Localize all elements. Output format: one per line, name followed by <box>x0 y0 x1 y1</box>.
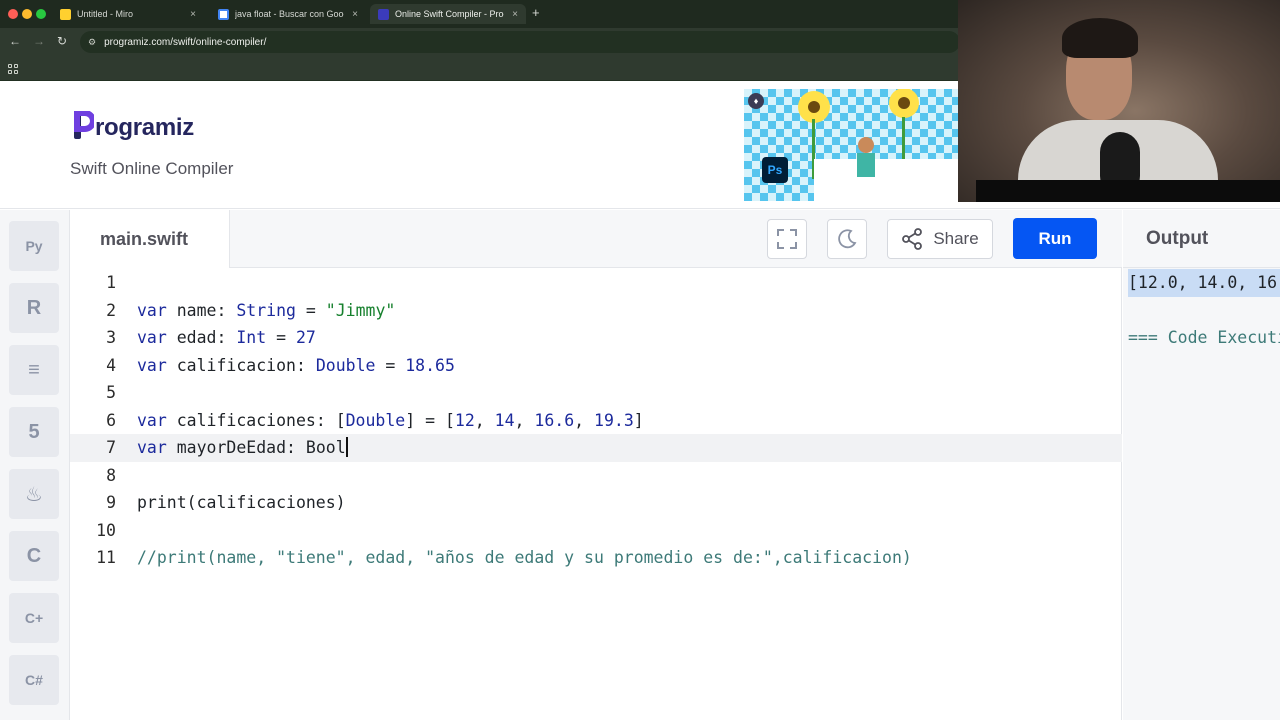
close-tab-icon[interactable]: × <box>504 9 518 20</box>
photoshop-icon: Ps <box>762 157 788 183</box>
output-line: [12.0, 14.0, 16.6, 19.3] <box>1128 269 1280 297</box>
code-line[interactable]: 8 <box>70 462 1122 490</box>
code-text: var calificaciones: [Double] = [12, 14, … <box>137 410 644 430</box>
python-icon: Py <box>25 238 43 254</box>
fullscreen-button[interactable] <box>767 219 807 259</box>
code-line[interactable]: 9 print(calificaciones) <box>70 489 1122 517</box>
new-tab-icon[interactable]: + <box>532 5 540 20</box>
sidebar-item-csharp[interactable]: C# <box>9 655 59 705</box>
browser-tab-miro[interactable]: Untitled - Miro × <box>52 4 204 24</box>
sidebar-item-java[interactable]: ♨ <box>9 469 59 519</box>
browser-tab-programiz[interactable]: Online Swift Compiler - Programiz × <box>370 4 526 24</box>
tab-title: Online Swift Compiler - Programiz <box>395 9 504 19</box>
code-text: var edad: Int = 27 <box>137 328 316 347</box>
tab-title: Untitled - Miro <box>77 9 134 19</box>
database-icon: ≡ <box>28 358 40 381</box>
line-number: 9 <box>106 493 116 512</box>
code-text: var mayorDeEdad: Bool <box>137 437 348 457</box>
code-line[interactable]: 11 //print(name, "tiene", edad, "años de … <box>70 544 1122 572</box>
site-info-icon[interactable]: ⚙ <box>88 37 96 48</box>
editor-toolbar: main.swift Share Run <box>70 210 1122 269</box>
screen: Untitled - Miro × java float - Buscar co… <box>0 0 1280 720</box>
share-label: Share <box>933 229 979 248</box>
cpp-icon: C+ <box>24 610 44 626</box>
line-number: 4 <box>106 355 116 375</box>
line-number: 7 <box>106 438 116 457</box>
sidebar-item-r[interactable]: R <box>9 283 59 333</box>
moon-icon <box>838 229 857 249</box>
output-header: Output <box>1123 210 1280 268</box>
c-icon: C <box>26 544 42 567</box>
logo-text: rogramiz <box>95 114 194 141</box>
share-button[interactable]: Share <box>887 219 993 259</box>
text-cursor <box>345 437 348 457</box>
sidebar-item-python[interactable]: Py <box>9 221 59 271</box>
run-button[interactable]: Run <box>1013 218 1097 259</box>
close-window-icon[interactable] <box>8 9 18 19</box>
ad-artwork <box>798 89 960 201</box>
google-favicon-icon <box>218 8 229 20</box>
minimize-window-icon[interactable] <box>22 9 32 19</box>
r-icon: R <box>26 296 42 319</box>
file-tab-main-swift[interactable]: main.swift <box>70 210 230 269</box>
programiz-favicon-icon <box>378 8 389 20</box>
line-number: 2 <box>106 300 116 320</box>
csharp-icon: C# <box>25 672 43 688</box>
code-line[interactable]: 1 <box>70 269 1122 297</box>
code-text: var name: String = "Jimmy" <box>137 300 396 320</box>
programiz-logo[interactable]: rogramiz <box>72 111 194 141</box>
miro-favicon-icon <box>60 8 71 20</box>
code-line[interactable]: 5 <box>70 379 1122 407</box>
code-text: //print(name, "tiene", edad, "años de ed… <box>137 548 912 567</box>
line-number: 10 <box>96 520 116 540</box>
code-line[interactable]: 7 var mayorDeEdad: Bool <box>70 434 1122 462</box>
language-sidebar: Py R ≡ 5 ♨ C C+ C# <box>0 210 70 720</box>
fullscreen-icon <box>777 229 797 249</box>
ad-shield-icon: ♦ <box>748 93 764 109</box>
java-icon: ♨ <box>25 483 43 506</box>
output-title: Output <box>1146 228 1209 249</box>
forward-icon[interactable]: → <box>33 34 45 48</box>
close-tab-icon[interactable]: × <box>344 9 358 20</box>
apps-grid-icon[interactable] <box>8 64 18 74</box>
programiz-logo-icon <box>74 111 94 139</box>
html5-icon: 5 <box>28 420 40 443</box>
output-panel: [12.0, 14.0, 16.6, 19.3] === Code Executi… <box>1123 268 1280 720</box>
line-number: 8 <box>106 465 116 485</box>
address-bar[interactable]: ⚙ programiz.com/swift/online-compiler/ <box>80 31 960 53</box>
code-text: print(calificaciones) <box>137 493 346 512</box>
line-number: 1 <box>106 273 116 292</box>
line-number: 11 <box>96 548 116 567</box>
close-tab-icon[interactable]: × <box>182 9 196 20</box>
back-icon[interactable]: ← <box>9 34 21 48</box>
browser-tab-google[interactable]: java float - Buscar con Google × <box>210 4 366 24</box>
code-line[interactable]: 10 <box>70 517 1122 545</box>
maximize-window-icon[interactable] <box>36 9 46 19</box>
sidebar-item-c[interactable]: C <box>9 531 59 581</box>
line-number: 5 <box>106 383 116 402</box>
sidebar-item-cpp[interactable]: C+ <box>9 593 59 643</box>
advertisement-banner[interactable]: ♦ Ps <box>744 89 960 201</box>
reload-icon[interactable]: ↻ <box>57 34 67 48</box>
dark-mode-button[interactable] <box>827 219 867 259</box>
code-line[interactable]: 4 var calificacion: Double = 18.65 <box>70 352 1122 380</box>
file-tab-label: main.swift <box>100 229 189 249</box>
code-text: var calificacion: Double = 18.65 <box>137 355 455 375</box>
sidebar-item-sql[interactable]: ≡ <box>9 345 59 395</box>
page-subtitle: Swift Online Compiler <box>70 159 234 178</box>
code-line[interactable]: 2 var name: String = "Jimmy" <box>70 297 1122 325</box>
code-editor[interactable]: 1 2 var name: String = "Jimmy" 3 var edad: I… <box>70 268 1122 720</box>
code-line[interactable]: 6 var calificaciones: [Double] = [12, 14,… <box>70 407 1122 435</box>
tab-title: java float - Buscar con Google <box>235 9 345 19</box>
output-line: === Code Execution Successful === <box>1128 328 1280 347</box>
code-line[interactable]: 3 var edad: Int = 27 <box>70 324 1122 352</box>
line-number: 6 <box>106 410 116 430</box>
line-number: 3 <box>106 328 116 347</box>
webcam-video-overlay <box>958 0 1280 202</box>
sidebar-item-html[interactable]: 5 <box>9 407 59 457</box>
address-url: programiz.com/swift/online-compiler/ <box>104 36 267 48</box>
share-icon <box>902 228 923 250</box>
